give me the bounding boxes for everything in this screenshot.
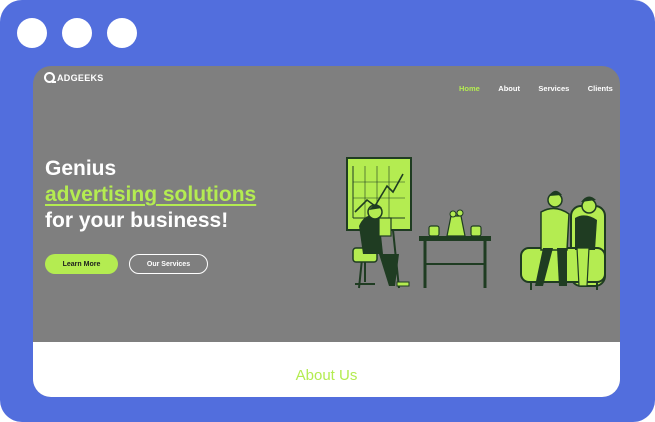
hero-title: Genius advertising solutions for your bu… (45, 156, 256, 234)
our-services-button[interactable]: Our Services (129, 254, 208, 274)
window-dot[interactable] (17, 18, 47, 48)
window-dot[interactable] (62, 18, 92, 48)
nav-services[interactable]: Services (538, 84, 569, 93)
site-logo[interactable]: ADGEEKS (44, 72, 104, 83)
nav-home[interactable]: Home (459, 84, 480, 93)
nav-about[interactable]: About (498, 84, 520, 93)
hero-line-3: for your business! (45, 209, 229, 232)
office-meeting-illustration (346, 157, 606, 290)
nav-clients[interactable]: Clients (588, 84, 613, 93)
hero-line-1: Genius (45, 157, 117, 180)
logo-icon (44, 72, 56, 83)
website-window: ADGEEKS Home About Services Clients Co G… (33, 66, 620, 397)
about-title: About Us (295, 367, 358, 384)
window-dot[interactable] (107, 18, 137, 48)
about-section: About Us (33, 342, 620, 397)
logo-text: ADGEEKS (57, 72, 104, 83)
navbar: ADGEEKS Home About Services Clients Co (33, 66, 620, 102)
browser-frame: ADGEEKS Home About Services Clients Co G… (0, 0, 655, 422)
nav-links: Home About Services Clients Co (459, 78, 620, 96)
learn-more-button[interactable]: Learn More (45, 254, 118, 274)
hero-line-2: advertising solutions (45, 183, 257, 206)
